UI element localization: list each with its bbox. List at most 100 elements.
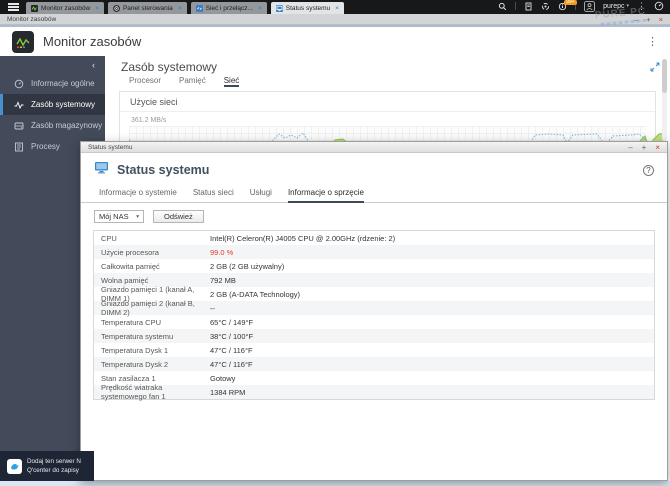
control-panel-icon	[112, 4, 120, 12]
overview-gauge-icon	[14, 79, 24, 89]
taskbar-tab-siec[interactable]: Sieć i przełącz... ×	[190, 2, 267, 14]
tab-informacje-o-systemie[interactable]: Informacje o systemie	[99, 188, 177, 202]
tab-uslugi[interactable]: Usługi	[250, 188, 272, 202]
help-icon[interactable]: ?	[643, 164, 654, 176]
background-tasks-icon[interactable]	[541, 2, 550, 11]
window-titlebar-text: Monitor zasobów	[7, 15, 57, 23]
taskbar-tab-monitor-zasobow[interactable]: Monitor zasobów ×	[26, 2, 104, 14]
notification-badge: 99+	[564, 0, 577, 5]
taskbar-right: 99+ purepc ▾ ⋮	[498, 0, 670, 14]
sidebar-item-label: Zasób magazynowy	[31, 121, 103, 130]
system-resource-pulse-icon	[14, 100, 24, 110]
main-menu-icon[interactable]	[0, 0, 26, 14]
table-row: Temperatura Dysk 1 47°C / 116°F	[94, 343, 654, 357]
more-options-icon[interactable]: ⋮	[637, 1, 646, 11]
taskbar-tabs: Monitor zasobów × Panel sterowania × Sie…	[26, 2, 344, 14]
network-switch-icon	[195, 4, 203, 12]
username: purepc	[603, 2, 625, 10]
window-controls: – + ×	[634, 15, 663, 24]
desktop-bottom-strip	[0, 481, 670, 486]
scrollbar[interactable]	[662, 59, 667, 141]
user-menu[interactable]: purepc ▾	[603, 3, 629, 10]
window-titlebar[interactable]: Monitor zasobów – + ×	[0, 14, 670, 25]
tab-label: Status systemu	[285, 4, 331, 12]
dialog-header: Status systemu ?	[81, 153, 667, 182]
tab-close-icon[interactable]: ×	[178, 5, 182, 12]
panel-title: Użycie sieci	[120, 92, 655, 112]
table-row: Użycie procesora 99.0 %	[94, 245, 654, 259]
nas-select[interactable]: Mój NAS ▾	[94, 210, 144, 223]
dialog-titlebar[interactable]: Status systemu – + ×	[81, 142, 667, 153]
processes-list-icon	[14, 142, 24, 152]
tab-label: Panel sterowania	[122, 4, 173, 12]
tab-siec[interactable]: Sieć	[223, 76, 240, 87]
section-title: Zasób systemowy	[121, 60, 218, 74]
divider	[515, 2, 517, 10]
tab-procesor[interactable]: Procesor	[129, 76, 161, 87]
tab-label: Sieć i przełącz...	[205, 4, 253, 12]
storage-icon	[14, 121, 24, 131]
nas-select-value: Mój NAS	[99, 212, 129, 221]
table-row: CPU Intel(R) Celeron(R) J4005 CPU @ 2.00G…	[94, 231, 654, 245]
tab-label: Monitor zasobów	[41, 4, 91, 12]
tab-close-icon[interactable]: ×	[258, 5, 262, 12]
tab-close-icon[interactable]: ×	[95, 5, 99, 12]
qcenter-toast-notification[interactable]: Dodaj ten serwer N Q'center do zapisy	[0, 451, 94, 481]
dialog-minimize-button[interactable]: –	[628, 143, 632, 152]
maximize-button[interactable]: +	[646, 15, 650, 24]
refresh-button[interactable]: Odśwież	[153, 210, 204, 223]
dialog-close-button[interactable]: ×	[655, 143, 660, 152]
tab-close-icon[interactable]: ×	[335, 5, 339, 12]
taskbar: Monitor zasobów × Panel sterowania × Sie…	[0, 0, 670, 14]
minimize-button[interactable]: –	[634, 15, 638, 24]
table-row: Temperatura Dysk 2 47°C / 116°F	[94, 357, 654, 371]
system-status-icon	[275, 4, 283, 12]
dialog-titlebar-text: Status systemu	[88, 143, 133, 151]
taskbar-tab-panel-sterowania[interactable]: Panel sterowania ×	[107, 2, 187, 14]
page-title: Monitor zasobów	[43, 34, 142, 49]
tab-status-sieci[interactable]: Status sieci	[193, 188, 234, 202]
taskbar-tab-status-systemu[interactable]: Status systemu ×	[270, 2, 344, 14]
search-icon[interactable]	[498, 2, 507, 11]
dialog-toolbar: Mój NAS ▾ Odśwież	[81, 203, 667, 223]
dialog-title: Status systemu	[117, 163, 210, 177]
tab-informacje-o-sprzecie[interactable]: Informacje o sprzęcie	[287, 188, 364, 203]
window-menu-icon[interactable]: ⋮	[647, 35, 658, 48]
sidebar-item-label: Procesy	[31, 142, 60, 151]
sidebar-collapse-icon[interactable]: ‹	[0, 56, 105, 73]
dialog-controls: – + ×	[628, 143, 660, 152]
user-avatar-icon[interactable]	[584, 0, 595, 12]
sidebar-item-zasob-magazynowy[interactable]: Zasób magazynowy	[0, 115, 105, 136]
dashboard-gauge-icon[interactable]	[654, 1, 664, 11]
notifications-icon[interactable]: 99+	[558, 0, 577, 11]
hardware-info-table: CPU Intel(R) Celeron(R) J4005 CPU @ 2.00G…	[93, 230, 655, 401]
chevron-down-icon: ▾	[136, 213, 139, 220]
dialog-tabs: Informacje o systemie Status sieci Usług…	[81, 182, 667, 203]
resource-monitor-icon	[31, 4, 38, 12]
sidebar-item-label: Informacje ogólne	[31, 79, 95, 88]
table-row: Całkowita pamięć 2 GB (2 GB używalny)	[94, 259, 654, 273]
toast-text: Dodaj ten serwer N Q'center do zapisy	[27, 457, 81, 474]
close-button[interactable]: ×	[659, 15, 663, 24]
tab-pamiec[interactable]: Pamięć	[179, 76, 206, 87]
table-row: Gniazdo pamięci 2 (kanał B, DIMM 2) --	[94, 299, 654, 317]
table-row: Temperatura systemu 38°C / 100°F	[94, 329, 654, 343]
expand-icon[interactable]	[650, 62, 660, 72]
chart-scale-label: 361.2 MB/s	[131, 117, 167, 124]
status-systemu-dialog: Status systemu – + × Status systemu ? In…	[80, 141, 668, 481]
sidebar-item-zasob-systemowy[interactable]: Zasób systemowy	[0, 94, 105, 115]
sidebar-item-label: Zasób systemowy	[31, 100, 96, 109]
sidebar-item-informacje-ogolne[interactable]: Informacje ogólne	[0, 73, 105, 94]
resource-tabs: Procesor Pamięć Sieć	[105, 73, 670, 87]
devices-icon[interactable]	[524, 2, 533, 11]
chevron-down-icon: ▾	[626, 3, 629, 9]
dialog-maximize-button[interactable]: +	[642, 143, 647, 152]
app-header: Monitor zasobów ⋮	[0, 25, 670, 56]
qcenter-icon	[7, 458, 22, 474]
table-row: Temperatura CPU 65°C / 149°F	[94, 315, 654, 329]
qts-desktop: Monitor zasobów × Panel sterowania × Sie…	[0, 0, 670, 486]
table-row: Prędkość wiatraka systemowego fan 1 1384 …	[94, 383, 654, 401]
system-status-monitor-icon	[94, 161, 109, 179]
resource-monitor-app-icon	[12, 30, 34, 53]
cpu-usage-alert-value: 99.0 %	[210, 247, 234, 257]
